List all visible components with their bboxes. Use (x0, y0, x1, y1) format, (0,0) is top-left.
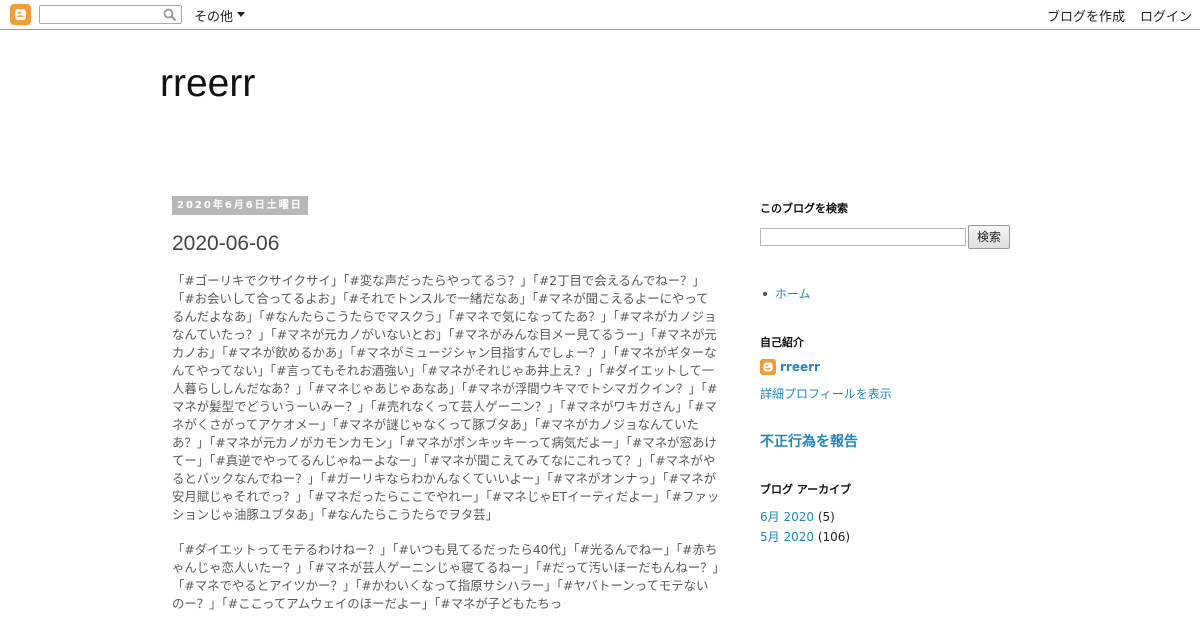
list-bullet (763, 292, 767, 296)
navbar-search-box (39, 5, 182, 24)
post-body: 「#ゴーリキでクサイクサイ」「#変な声だったらやってるう？」「#2丁目で会えるん… (172, 272, 720, 630)
archive-month-link[interactable]: 5月 2020 (760, 530, 814, 544)
blog-search-input[interactable] (760, 228, 966, 246)
chevron-down-icon[interactable] (237, 12, 245, 17)
archive-month-link[interactable]: 6月 2020 (760, 510, 814, 524)
archive-item: 5月 2020 (106) (760, 528, 850, 545)
search-icon[interactable] (163, 8, 177, 22)
profile-widget-heading: 自己紹介 (760, 336, 804, 349)
report-abuse-link[interactable]: 不正行為を報告 (760, 431, 858, 451)
post-paragraph: 「#ダイエットってモテるわけねー？」「#いつも見てるだったら40代」「#光るんで… (172, 542, 719, 611)
archive-count: (106) (817, 530, 851, 544)
navbar-search-input[interactable] (40, 6, 158, 23)
create-blog-link[interactable]: ブログを作成 (1047, 6, 1125, 25)
post-paragraph: 「#ゴーリキでクサイクサイ」「#変な声だったらやってるう？」「#2丁目で会えるん… (172, 273, 720, 522)
search-widget-heading: このブログを検索 (760, 202, 848, 215)
post-date-header: 2020年6月6日土曜日 (172, 196, 308, 215)
blog-title[interactable]: rreerr (160, 62, 255, 106)
archive-count: (5) (817, 510, 835, 524)
search-button[interactable]: 検索 (968, 225, 1010, 249)
blogger-icon[interactable] (10, 4, 31, 25)
blogger-navbar: その他 ブログを作成 ログイン (0, 0, 1200, 30)
archive-widget-heading: ブログ アーカイブ (760, 483, 852, 496)
archive-item: 6月 2020 (5) (760, 508, 835, 525)
view-profile-link[interactable]: 詳細プロフィールを表示 (760, 385, 892, 402)
more-menu-button[interactable]: その他 (194, 6, 233, 25)
sidebar-item-home[interactable]: ホーム (775, 285, 811, 302)
profile-name-link[interactable]: rreerr (780, 360, 820, 374)
post-title[interactable]: 2020-06-06 (172, 232, 279, 256)
login-link[interactable]: ログイン (1140, 6, 1192, 25)
blogger-icon (760, 359, 776, 375)
